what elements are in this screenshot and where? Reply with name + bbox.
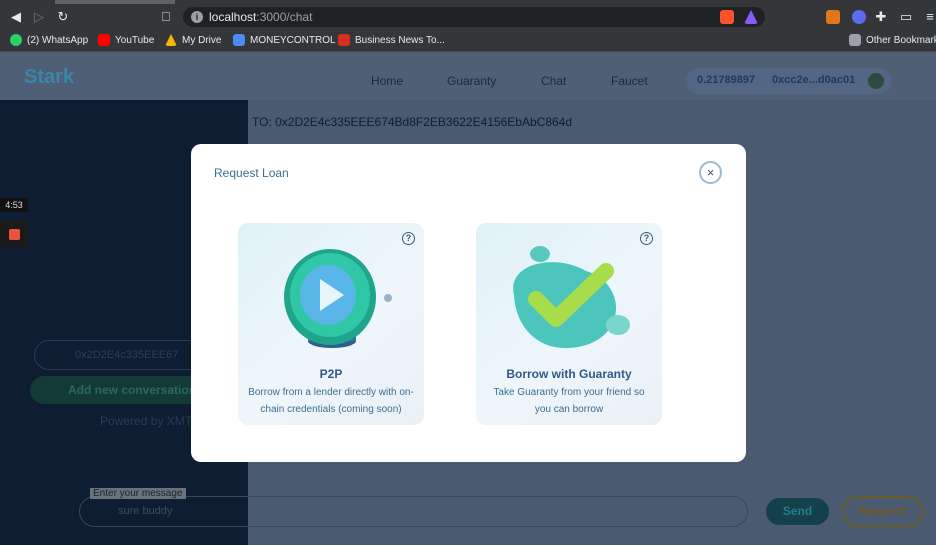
- brave-shield-icon[interactable]: [720, 10, 734, 24]
- message-input-label: Enter your message: [90, 488, 186, 499]
- bookmark-moneycontrol[interactable]: MONEYCONTROL: [233, 34, 336, 46]
- card-description: Borrow from a lender directly with on-ch…: [248, 387, 414, 415]
- metamask-icon[interactable]: [826, 10, 840, 24]
- other-bookmarks[interactable]: Other Bookmark: [849, 34, 936, 46]
- nav-guaranty[interactable]: Guaranty: [447, 74, 496, 88]
- modal-title: Request Loan: [214, 166, 289, 180]
- back-icon[interactable]: ◀: [8, 9, 24, 25]
- bookmark-my-drive[interactable]: My Drive: [165, 34, 221, 46]
- nav-faucet[interactable]: Faucet: [611, 74, 648, 88]
- bookmark-page-icon[interactable]: ⎕: [158, 9, 174, 25]
- card-description: Take Guaranty from your friend so you ca…: [493, 387, 645, 415]
- brand-logo[interactable]: Stark: [24, 66, 74, 89]
- forward-icon[interactable]: ▷: [31, 9, 47, 25]
- wallet-button[interactable]: 0.21789897 0xcc2e...d0ac01: [686, 68, 892, 94]
- card-title: P2P: [319, 367, 343, 381]
- bookmark-business-news[interactable]: Business News To...: [338, 34, 445, 46]
- help-icon[interactable]: ?: [402, 232, 415, 245]
- wallet-address: 0xcc2e...d0ac01: [772, 74, 856, 86]
- reload-icon[interactable]: ↻: [55, 9, 71, 25]
- site-info-icon[interactable]: i: [191, 11, 203, 23]
- youtube-icon: [98, 34, 110, 46]
- nav-chat[interactable]: Chat: [541, 74, 566, 88]
- folder-icon: [849, 34, 861, 46]
- message-input[interactable]: sure buddy: [79, 496, 748, 527]
- stop-recording-button[interactable]: [0, 220, 28, 248]
- moneycontrol-icon: [233, 34, 245, 46]
- whatsapp-icon: [10, 34, 22, 46]
- help-icon[interactable]: ?: [640, 232, 653, 245]
- address-bar[interactable]: i localhost:3000/chat: [183, 7, 765, 27]
- nav-home[interactable]: Home: [371, 74, 403, 88]
- avatar: [868, 73, 884, 89]
- bookmarks-bar: (2) WhatsApp YouTube My Drive MONEYCONTR…: [0, 30, 936, 52]
- bookmark-youtube[interactable]: YouTube: [98, 34, 154, 46]
- checkmark-blob-icon: [513, 246, 630, 349]
- wallet-balance: 0.21789897: [697, 74, 756, 86]
- card-title: Borrow with Guaranty: [506, 367, 632, 381]
- menu-icon[interactable]: ≡: [922, 9, 936, 25]
- send-button[interactable]: Send: [766, 498, 829, 525]
- guaranty-option-card[interactable]: ? Borrow with Guaranty Take Guaranty fro…: [476, 223, 662, 425]
- et-icon: [338, 34, 350, 46]
- stop-icon: [9, 229, 20, 240]
- browser-toolbar: ◀ ▷ ↻ ⎕ i localhost:3000/chat ✚ ▭ ≡: [0, 4, 936, 30]
- request-loan-modal: Request Loan × ? P2P Borrow from a lende…: [191, 144, 746, 462]
- wallet-icon[interactable]: ▭: [898, 9, 914, 25]
- bookmark-whatsapp[interactable]: (2) WhatsApp: [10, 34, 88, 46]
- recipient-line: TO: 0x2D2E4c335EEE674Bd8F2EB3622E4156EbA…: [252, 115, 573, 129]
- recording-timer: 4:53: [0, 198, 28, 212]
- extensions-puzzle-icon[interactable]: ✚: [873, 9, 889, 25]
- url-text[interactable]: localhost:3000/chat: [209, 10, 312, 24]
- close-button[interactable]: ×: [699, 161, 722, 184]
- p2p-coin-icon: [284, 249, 392, 348]
- powered-by-text: Powered by XMT: [100, 414, 193, 428]
- extension-icon[interactable]: [852, 10, 866, 24]
- app-header: Stark Home Guaranty Chat Faucet 0.217898…: [0, 52, 936, 100]
- request-button[interactable]: Request: [842, 496, 924, 527]
- p2p-option-card[interactable]: ? P2P Borrow from a lender directly with…: [238, 223, 424, 425]
- drive-icon: [165, 34, 177, 46]
